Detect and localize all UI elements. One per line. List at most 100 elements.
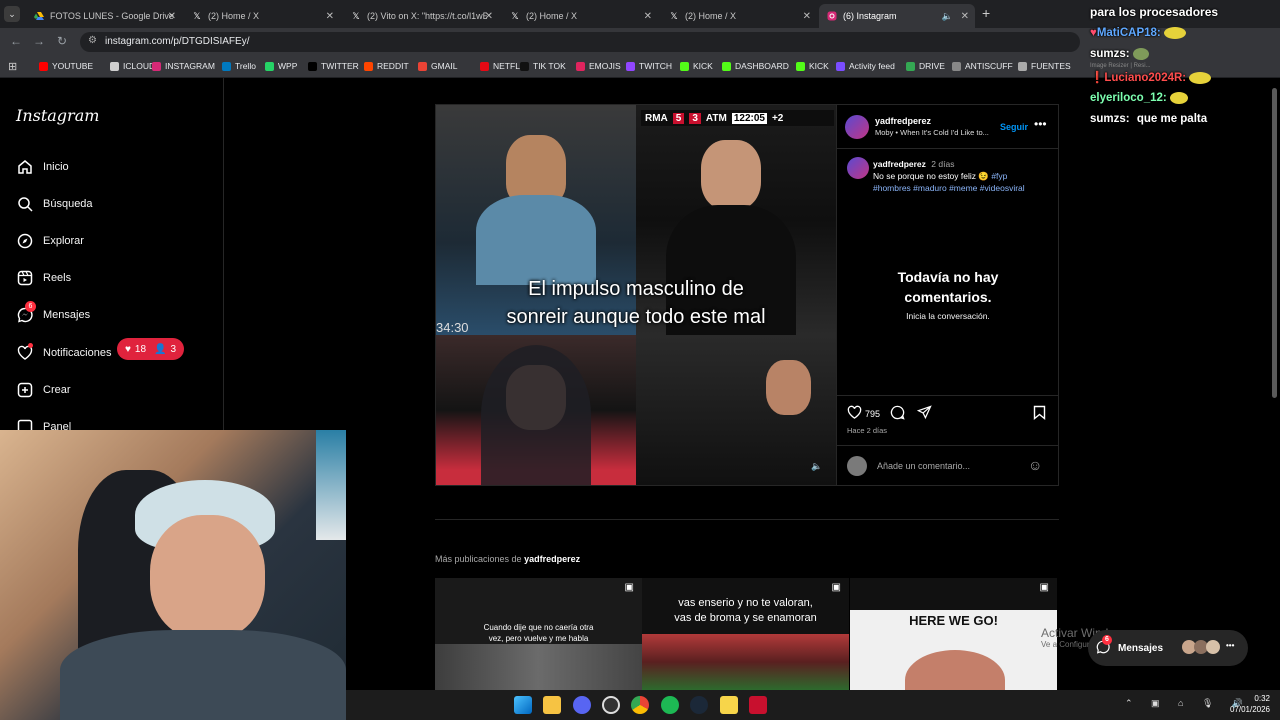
audio-track[interactable]: Moby • When It's Cold I'd Like to... [875, 128, 1000, 137]
bookmark-label: EMOJIS [589, 61, 621, 71]
tab-x-home-2[interactable]: 𝕏 (2) Home / X ✕ [502, 4, 658, 28]
mute-icon[interactable]: 🔈 [811, 461, 822, 472]
sticky-notes-icon[interactable] [720, 696, 738, 714]
bookmark-tik-tok[interactable]: TIK TOK [520, 61, 566, 71]
bookmark-twitter[interactable]: TWITTER [308, 61, 359, 71]
hashtag[interactable]: #fyp [991, 171, 1007, 181]
bookmark-dashboard[interactable]: DASHBOARD [722, 61, 789, 71]
more-post-thumb-2[interactable]: vas enserio y no te valoran, vas de brom… [642, 578, 849, 690]
follow-button[interactable]: Seguir [1000, 122, 1028, 132]
bookmark-antiscuff[interactable]: ANTISCUFF [952, 61, 1013, 71]
post-sidebar: yadfredperez Moby • When It's Cold I'd L… [836, 105, 1059, 485]
no-comments-subtitle: Inicia la conversación. [906, 311, 990, 321]
close-tab-icon[interactable]: ✕ [961, 11, 969, 22]
close-tab-icon[interactable]: ✕ [644, 11, 652, 22]
bookmark-wpp[interactable]: WPP [265, 61, 297, 71]
avatar[interactable] [845, 115, 869, 139]
apps-grid-icon[interactable]: ⊞ [8, 60, 17, 73]
tab-vito-on-x[interactable]: 𝕏 (2) Vito on X: "https://t.co/l1wE ✕ [343, 4, 499, 28]
tab-x-home-3[interactable]: 𝕏 (2) Home / X ✕ [661, 4, 817, 28]
heart-icon: ♥ [1090, 27, 1097, 40]
bookmark-label: REDDIT [377, 61, 409, 71]
person-figure [766, 360, 811, 415]
chat-user: Luciano2024R: [1104, 72, 1187, 84]
more-post-thumb-1[interactable]: Cuando dije que no caería otra vez, pero… [435, 578, 642, 690]
bookmark-gmail[interactable]: GMAIL [418, 61, 457, 71]
comment-icon[interactable] [890, 405, 905, 425]
more-posts-user[interactable]: yadfredperez [524, 554, 580, 564]
tab-x-home-1[interactable]: 𝕏 (2) Home / X ✕ [184, 4, 340, 28]
bookmark-activity-feed[interactable]: Activity feed [836, 61, 895, 71]
tab-search-button[interactable]: ⌄ [4, 6, 20, 22]
more-options-icon[interactable]: ••• [1226, 641, 1234, 650]
more-options-icon[interactable]: ••• [1034, 117, 1047, 131]
bookmark-reddit[interactable]: REDDIT [364, 61, 409, 71]
bookmark-fuentes[interactable]: FUENTES [1018, 61, 1071, 71]
avatar[interactable] [847, 157, 869, 179]
instagram-logo[interactable]: Instagram [16, 106, 99, 125]
close-tab-icon[interactable]: ✕ [326, 11, 334, 22]
nav-item-crear[interactable]: Crear [16, 381, 71, 398]
tab-title: FOTOS LUNES - Google Drive [50, 11, 174, 21]
post-username[interactable]: yadfredperez [875, 116, 931, 126]
nav-item-inicio[interactable]: Inicio [16, 158, 69, 175]
speaker-icon[interactable]: 🔈 [942, 11, 953, 22]
new-tab-button[interactable]: + [982, 5, 990, 21]
site-info-icon[interactable]: ⚙ [88, 35, 97, 46]
comment-input[interactable]: Añade un comentario... [877, 461, 970, 471]
bookmark-instagram[interactable]: INSTAGRAM [152, 61, 215, 71]
windows-start-icon[interactable] [514, 696, 532, 714]
chat-message: sumzs: [1090, 48, 1149, 60]
bookmark-icloud[interactable]: ICLOUD [110, 61, 155, 71]
bookmark-favicon-icon [480, 61, 489, 71]
discord-icon[interactable] [573, 696, 591, 714]
share-icon[interactable] [916, 405, 932, 425]
bookmark-kick[interactable]: KICK [680, 61, 713, 71]
nav-item-explorar[interactable]: Explorar [16, 232, 84, 249]
post-video[interactable]: RMA 5 3 ATM 122:05 +2 34:30 El impulso m… [436, 105, 836, 485]
bookmark-drive[interactable]: DRIVE [906, 61, 945, 71]
like-button[interactable]: 795 [847, 405, 880, 422]
close-tab-icon[interactable]: ✕ [485, 11, 493, 22]
scrollbar[interactable] [1272, 88, 1277, 398]
reload-icon[interactable]: ↻ [57, 34, 67, 48]
notifications-pill[interactable]: ♥ 18 👤 3 [117, 338, 184, 360]
bookmark-trello[interactable]: Trello [222, 61, 256, 71]
close-tab-icon[interactable]: ✕ [803, 11, 811, 22]
steam-icon[interactable] [690, 696, 708, 714]
chrome-icon[interactable] [631, 696, 649, 714]
tab-google-drive[interactable]: FOTOS LUNES - Google Drive ✕ [26, 4, 182, 28]
url-input[interactable]: ⚙ instagram.com/p/DTGDISIAFEy/ [80, 32, 1080, 52]
emoji-icon[interactable]: ☺ [1028, 457, 1042, 473]
home-score: 5 [672, 112, 685, 124]
nav-item-reels[interactable]: Reels [16, 269, 71, 286]
obs-icon[interactable] [602, 696, 620, 714]
messages-floating-bar[interactable]: 6 Mensajes ••• [1088, 630, 1248, 666]
bookmark-twitch[interactable]: TWITCH [626, 61, 672, 71]
back-icon[interactable]: ← [10, 34, 22, 48]
bookmark-favicon-icon [308, 61, 317, 71]
nav-item-busqueda[interactable]: Búsqueda [16, 195, 93, 212]
forward-icon[interactable]: → [33, 34, 45, 48]
bookmark-emojis[interactable]: EMOJIS [576, 61, 621, 71]
close-tab-icon[interactable]: ✕ [168, 11, 176, 22]
chat-message: ♥MatiCAP18: [1090, 27, 1186, 39]
bookmark-favicon-icon [722, 61, 731, 71]
bookmark-label: ICLOUD [123, 61, 156, 71]
spotify-icon[interactable] [661, 696, 679, 714]
hashtags[interactable]: #hombres #maduro #meme #videosviral [873, 183, 1025, 193]
bookmark-icon[interactable] [1033, 405, 1046, 425]
person-icon: 👤 [154, 343, 167, 355]
bookmark-youtube[interactable]: YOUTUBE [39, 61, 93, 71]
caption-username[interactable]: yadfredperez [873, 159, 926, 169]
more-post-thumb-3[interactable]: HERE WE GO! ▣ [850, 578, 1057, 690]
clock[interactable]: 0:32 07/01/2026 [1218, 693, 1278, 715]
file-explorer-icon[interactable] [543, 696, 561, 714]
nav-item-notificaciones[interactable]: Notificaciones [16, 343, 111, 361]
thumb-text: Cuando dije que no caería otra vez, pero… [435, 622, 642, 644]
nav-item-mensajes[interactable]: 6 Mensajes [16, 301, 90, 323]
app-icon[interactable] [749, 696, 767, 714]
bookmark-label: TWITTER [321, 61, 359, 71]
bookmark-kick[interactable]: KICK [796, 61, 829, 71]
tab-instagram[interactable]: (6) Instagram 🔈 ✕ [819, 4, 975, 28]
